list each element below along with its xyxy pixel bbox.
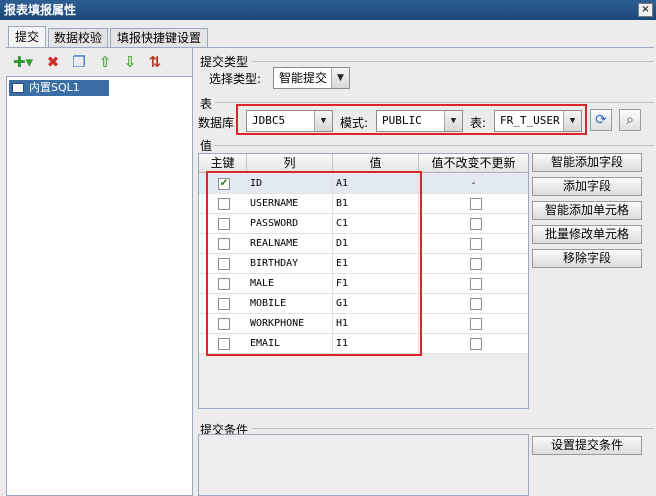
skip-unchanged-checkbox[interactable] bbox=[470, 238, 482, 250]
tab-data-validation[interactable]: 数据校验 bbox=[48, 28, 108, 48]
values-section-label: 值 bbox=[200, 139, 213, 153]
tab-shortcut-settings[interactable]: 填报快捷键设置 bbox=[110, 28, 208, 48]
close-button[interactable]: × bbox=[638, 3, 653, 17]
window-titlebar: 报表填报属性 × bbox=[0, 0, 656, 20]
tree-item-sql1[interactable]: 内置SQL1 bbox=[9, 80, 109, 96]
submit-type-section-label: 提交类型 bbox=[200, 55, 249, 69]
submit-type-select[interactable]: 智能提交 ▼ bbox=[273, 67, 350, 89]
window-title: 报表填报属性 bbox=[4, 3, 77, 17]
tree-item-label: 内置SQL1 bbox=[29, 81, 80, 94]
refresh-icon: ⟳ bbox=[595, 112, 607, 128]
skip-unchanged-checkbox[interactable] bbox=[470, 298, 482, 310]
delete-icon[interactable]: ✖ bbox=[44, 53, 62, 71]
skip-unchanged-checkbox[interactable] bbox=[470, 318, 482, 330]
skip-unchanged-checkbox[interactable] bbox=[470, 278, 482, 290]
add-field-button[interactable]: 添加字段 bbox=[532, 177, 642, 196]
highlight-box-table-selectors bbox=[236, 104, 587, 135]
header-skip-unchanged: 值不改变不更新 bbox=[431, 156, 516, 170]
condition-section-divider bbox=[252, 428, 654, 429]
sort-icon[interactable]: ⇅ bbox=[146, 53, 164, 71]
submit-type-value: 智能提交 bbox=[279, 71, 328, 85]
add-icon[interactable]: ✚▾ bbox=[10, 53, 36, 71]
tab-submit[interactable]: 提交 bbox=[8, 26, 46, 48]
highlight-box-fields bbox=[206, 171, 422, 356]
submit-condition-area[interactable] bbox=[198, 434, 529, 496]
skip-unchanged-checkbox[interactable] bbox=[470, 258, 482, 270]
skip-unchanged-checkbox[interactable] bbox=[470, 198, 482, 210]
select-type-label: 选择类型: bbox=[209, 72, 262, 86]
smart-add-fields-button[interactable]: 智能添加字段 bbox=[532, 153, 642, 172]
skip-unchanged-checkbox[interactable] bbox=[470, 338, 482, 350]
table-section-label: 表 bbox=[200, 97, 213, 111]
sql-item-icon bbox=[12, 83, 24, 93]
values-section-divider bbox=[214, 145, 654, 146]
skip-unchanged-checkbox[interactable] bbox=[470, 218, 482, 230]
table-section-divider bbox=[214, 102, 654, 103]
smart-add-cells-button[interactable]: 智能添加单元格 bbox=[532, 201, 642, 220]
chevron-down-icon[interactable]: ▼ bbox=[331, 68, 349, 88]
preview-icon: ⌕ bbox=[626, 112, 634, 128]
database-label: 数据库 bbox=[198, 116, 235, 130]
skip-unchanged-cell[interactable]: - bbox=[419, 174, 528, 194]
refresh-button[interactable]: ⟳ bbox=[590, 109, 612, 131]
move-down-icon[interactable]: ⇩ bbox=[121, 53, 139, 71]
sql-tree: 内置SQL1 bbox=[6, 76, 193, 496]
copy-icon[interactable]: ❐ bbox=[70, 53, 88, 71]
set-submit-condition-button[interactable]: 设置提交条件 bbox=[532, 436, 642, 455]
remove-field-button[interactable]: 移除字段 bbox=[532, 249, 642, 268]
move-up-icon[interactable]: ⇧ bbox=[96, 53, 114, 71]
submit-type-divider bbox=[252, 61, 654, 62]
batch-edit-cells-button[interactable]: 批量修改单元格 bbox=[532, 225, 642, 244]
preview-button[interactable]: ⌕ bbox=[619, 109, 641, 131]
